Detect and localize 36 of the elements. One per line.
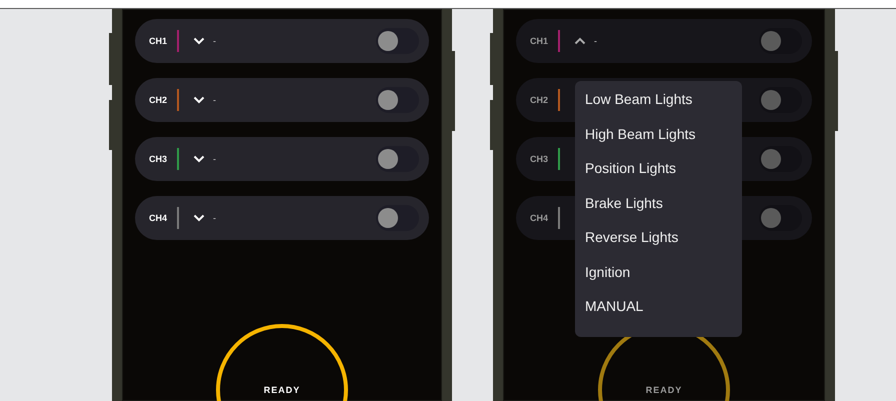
channel-value[interactable]: -: [213, 95, 376, 105]
menu-item[interactable]: Brake Lights: [575, 192, 673, 226]
menu-item[interactable]: High Beam Lights: [575, 122, 706, 157]
channel-label: CH4: [149, 213, 168, 223]
channel-value[interactable]: -: [213, 154, 376, 164]
chevron-down-icon[interactable]: [193, 214, 205, 222]
toggle-switch[interactable]: [759, 28, 802, 54]
menu-item[interactable]: Reverse Lights: [575, 226, 688, 260]
chevron-down-icon[interactable]: [193, 37, 205, 45]
toggle-switch[interactable]: [759, 146, 802, 172]
menu-item[interactable]: MANUAL: [575, 295, 654, 330]
menu-item[interactable]: Low Beam Lights: [575, 88, 702, 122]
toggle-switch[interactable]: [376, 87, 419, 113]
chevron-up-icon[interactable]: [574, 37, 586, 45]
channel-label: CH3: [530, 154, 550, 164]
channel-value[interactable]: -: [594, 36, 759, 46]
toggle-switch[interactable]: [376, 28, 419, 54]
toggle-switch[interactable]: [759, 87, 802, 113]
channel-label: CH2: [149, 95, 168, 105]
menu-item[interactable]: Position Lights: [575, 157, 686, 192]
channel-label: CH3: [149, 154, 168, 164]
chevron-down-icon[interactable]: [193, 96, 205, 104]
chevron-down-icon[interactable]: [193, 155, 205, 163]
status-text: READY: [646, 385, 682, 395]
channel-label: CH2: [530, 95, 550, 105]
channel-label: CH1: [149, 36, 168, 46]
status-ring[interactable]: READY: [216, 324, 348, 401]
toggle-switch[interactable]: [376, 205, 419, 231]
menu-item[interactable]: Ignition: [575, 260, 640, 295]
channel-value[interactable]: -: [213, 36, 376, 46]
toggle-switch[interactable]: [376, 146, 419, 172]
channel-label: CH4: [530, 213, 550, 223]
channel-value[interactable]: -: [213, 213, 376, 223]
toggle-switch[interactable]: [759, 205, 802, 231]
channel-label: CH1: [530, 36, 550, 46]
status-text: READY: [264, 385, 300, 395]
